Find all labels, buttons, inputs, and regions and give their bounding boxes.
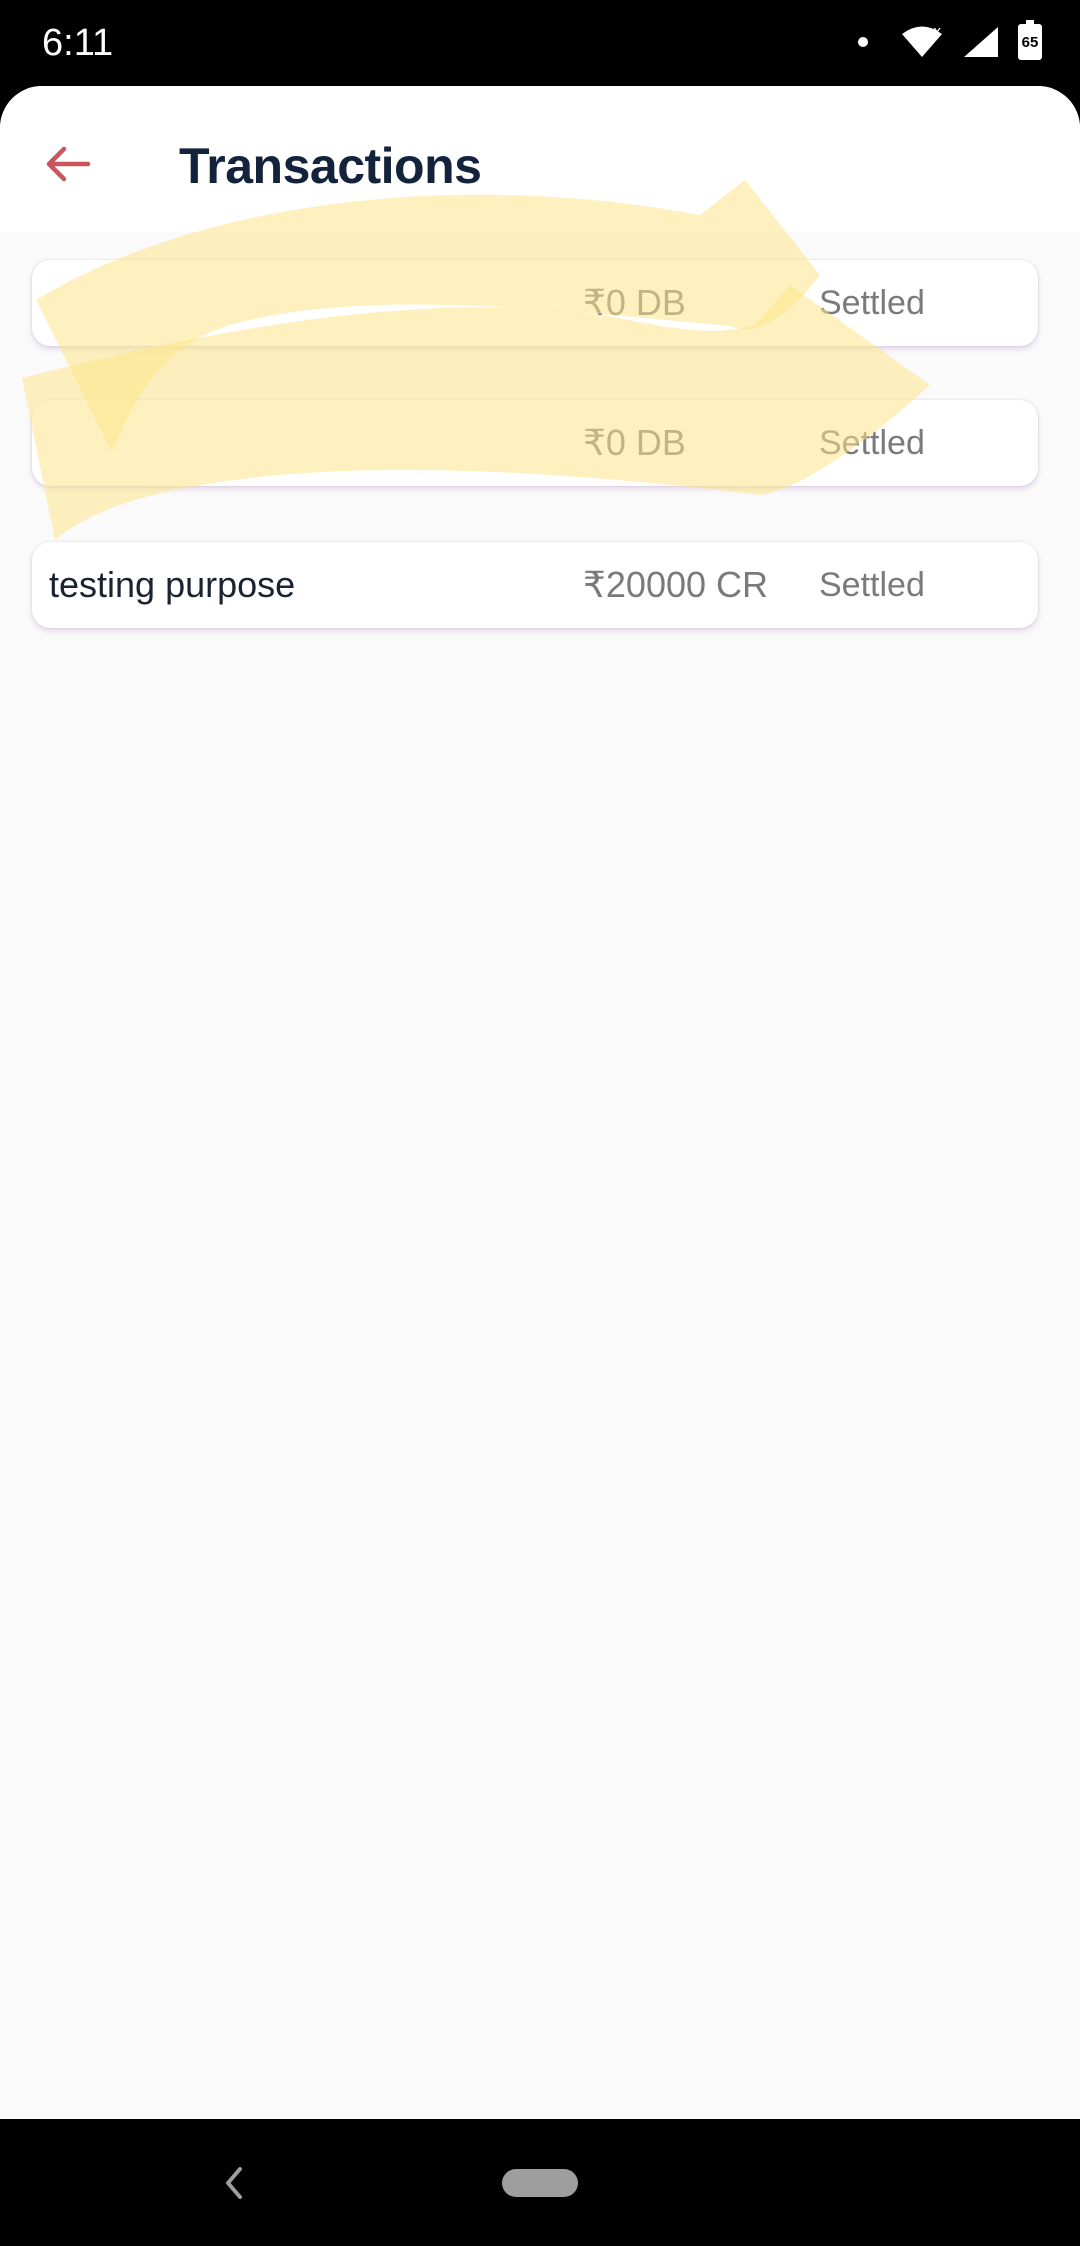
transaction-amount: ₹0 DB — [583, 282, 686, 323]
transaction-status: Settled — [819, 566, 925, 604]
app-header: Transactions — [0, 86, 1080, 232]
back-button[interactable] — [32, 128, 104, 200]
transaction-status: Settled — [819, 284, 925, 322]
chevron-left-icon — [226, 2167, 242, 2199]
notification-dot-icon — [858, 37, 868, 47]
navigation-bar — [0, 2119, 1080, 2246]
home-pill-icon[interactable] — [502, 2169, 578, 2197]
transaction-row[interactable]: ₹0 DB Settled — [32, 400, 1038, 486]
svg-text:x: x — [933, 25, 941, 40]
transaction-amount: ₹20000 CR — [583, 564, 769, 605]
status-icons: x 65 — [858, 20, 1042, 62]
transaction-row[interactable]: testing purpose ₹20000 CR Settled — [32, 542, 1038, 628]
battery-level: 65 — [1021, 33, 1039, 51]
transaction-row[interactable]: ₹0 DB Settled — [32, 260, 1038, 346]
battery-icon: 65 — [1018, 20, 1042, 60]
status-time: 6:11 — [42, 22, 114, 64]
page-title: Transactions — [179, 138, 482, 194]
cell-signal-icon — [964, 27, 998, 57]
arrow-left-icon — [46, 146, 91, 182]
transaction-amount: ₹0 DB — [583, 422, 686, 463]
nav-back-button[interactable] — [214, 2155, 254, 2211]
app-screen: Transactions ₹0 DB Settled ₹0 DB Settled… — [0, 86, 1080, 2119]
transaction-status: Settled — [819, 424, 925, 462]
status-bar: 6:11 x 65 — [0, 0, 1080, 86]
wifi-icon: x — [902, 25, 942, 57]
transaction-description: testing purpose — [49, 564, 296, 605]
